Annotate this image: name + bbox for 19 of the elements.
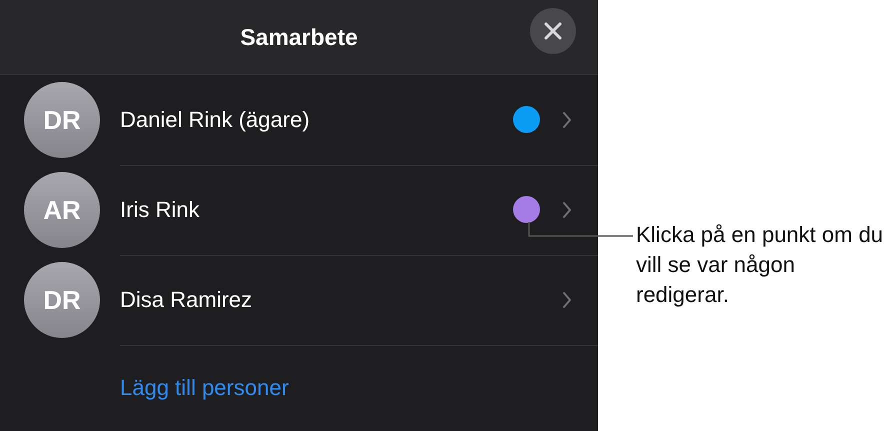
avatar: AR (24, 172, 100, 248)
person-name: Iris Rink (120, 196, 200, 222)
close-button[interactable] (530, 8, 576, 54)
close-icon (544, 22, 562, 40)
add-people-link[interactable]: Lägg till personer (120, 375, 289, 401)
person-row[interactable]: DR Daniel Rink (ägare) (0, 75, 598, 165)
avatar: DR (24, 82, 100, 158)
callout-text: Klicka på en punkt om du vill se var någon redigerar. (636, 221, 884, 309)
person-row[interactable]: DR Disa Ramirez (0, 255, 598, 345)
panel-title: Samarbete (240, 24, 358, 50)
chevron-icon (562, 110, 572, 128)
status-dot[interactable] (513, 106, 540, 133)
person-row[interactable]: AR Iris Rink (0, 165, 598, 255)
avatar: DR (24, 262, 100, 338)
chevron-icon (562, 290, 572, 308)
chevron-icon (562, 200, 572, 218)
person-name: Daniel Rink (ägare) (120, 106, 311, 132)
person-name: Disa Ramirez (120, 286, 254, 312)
status-dot[interactable] (513, 196, 540, 223)
